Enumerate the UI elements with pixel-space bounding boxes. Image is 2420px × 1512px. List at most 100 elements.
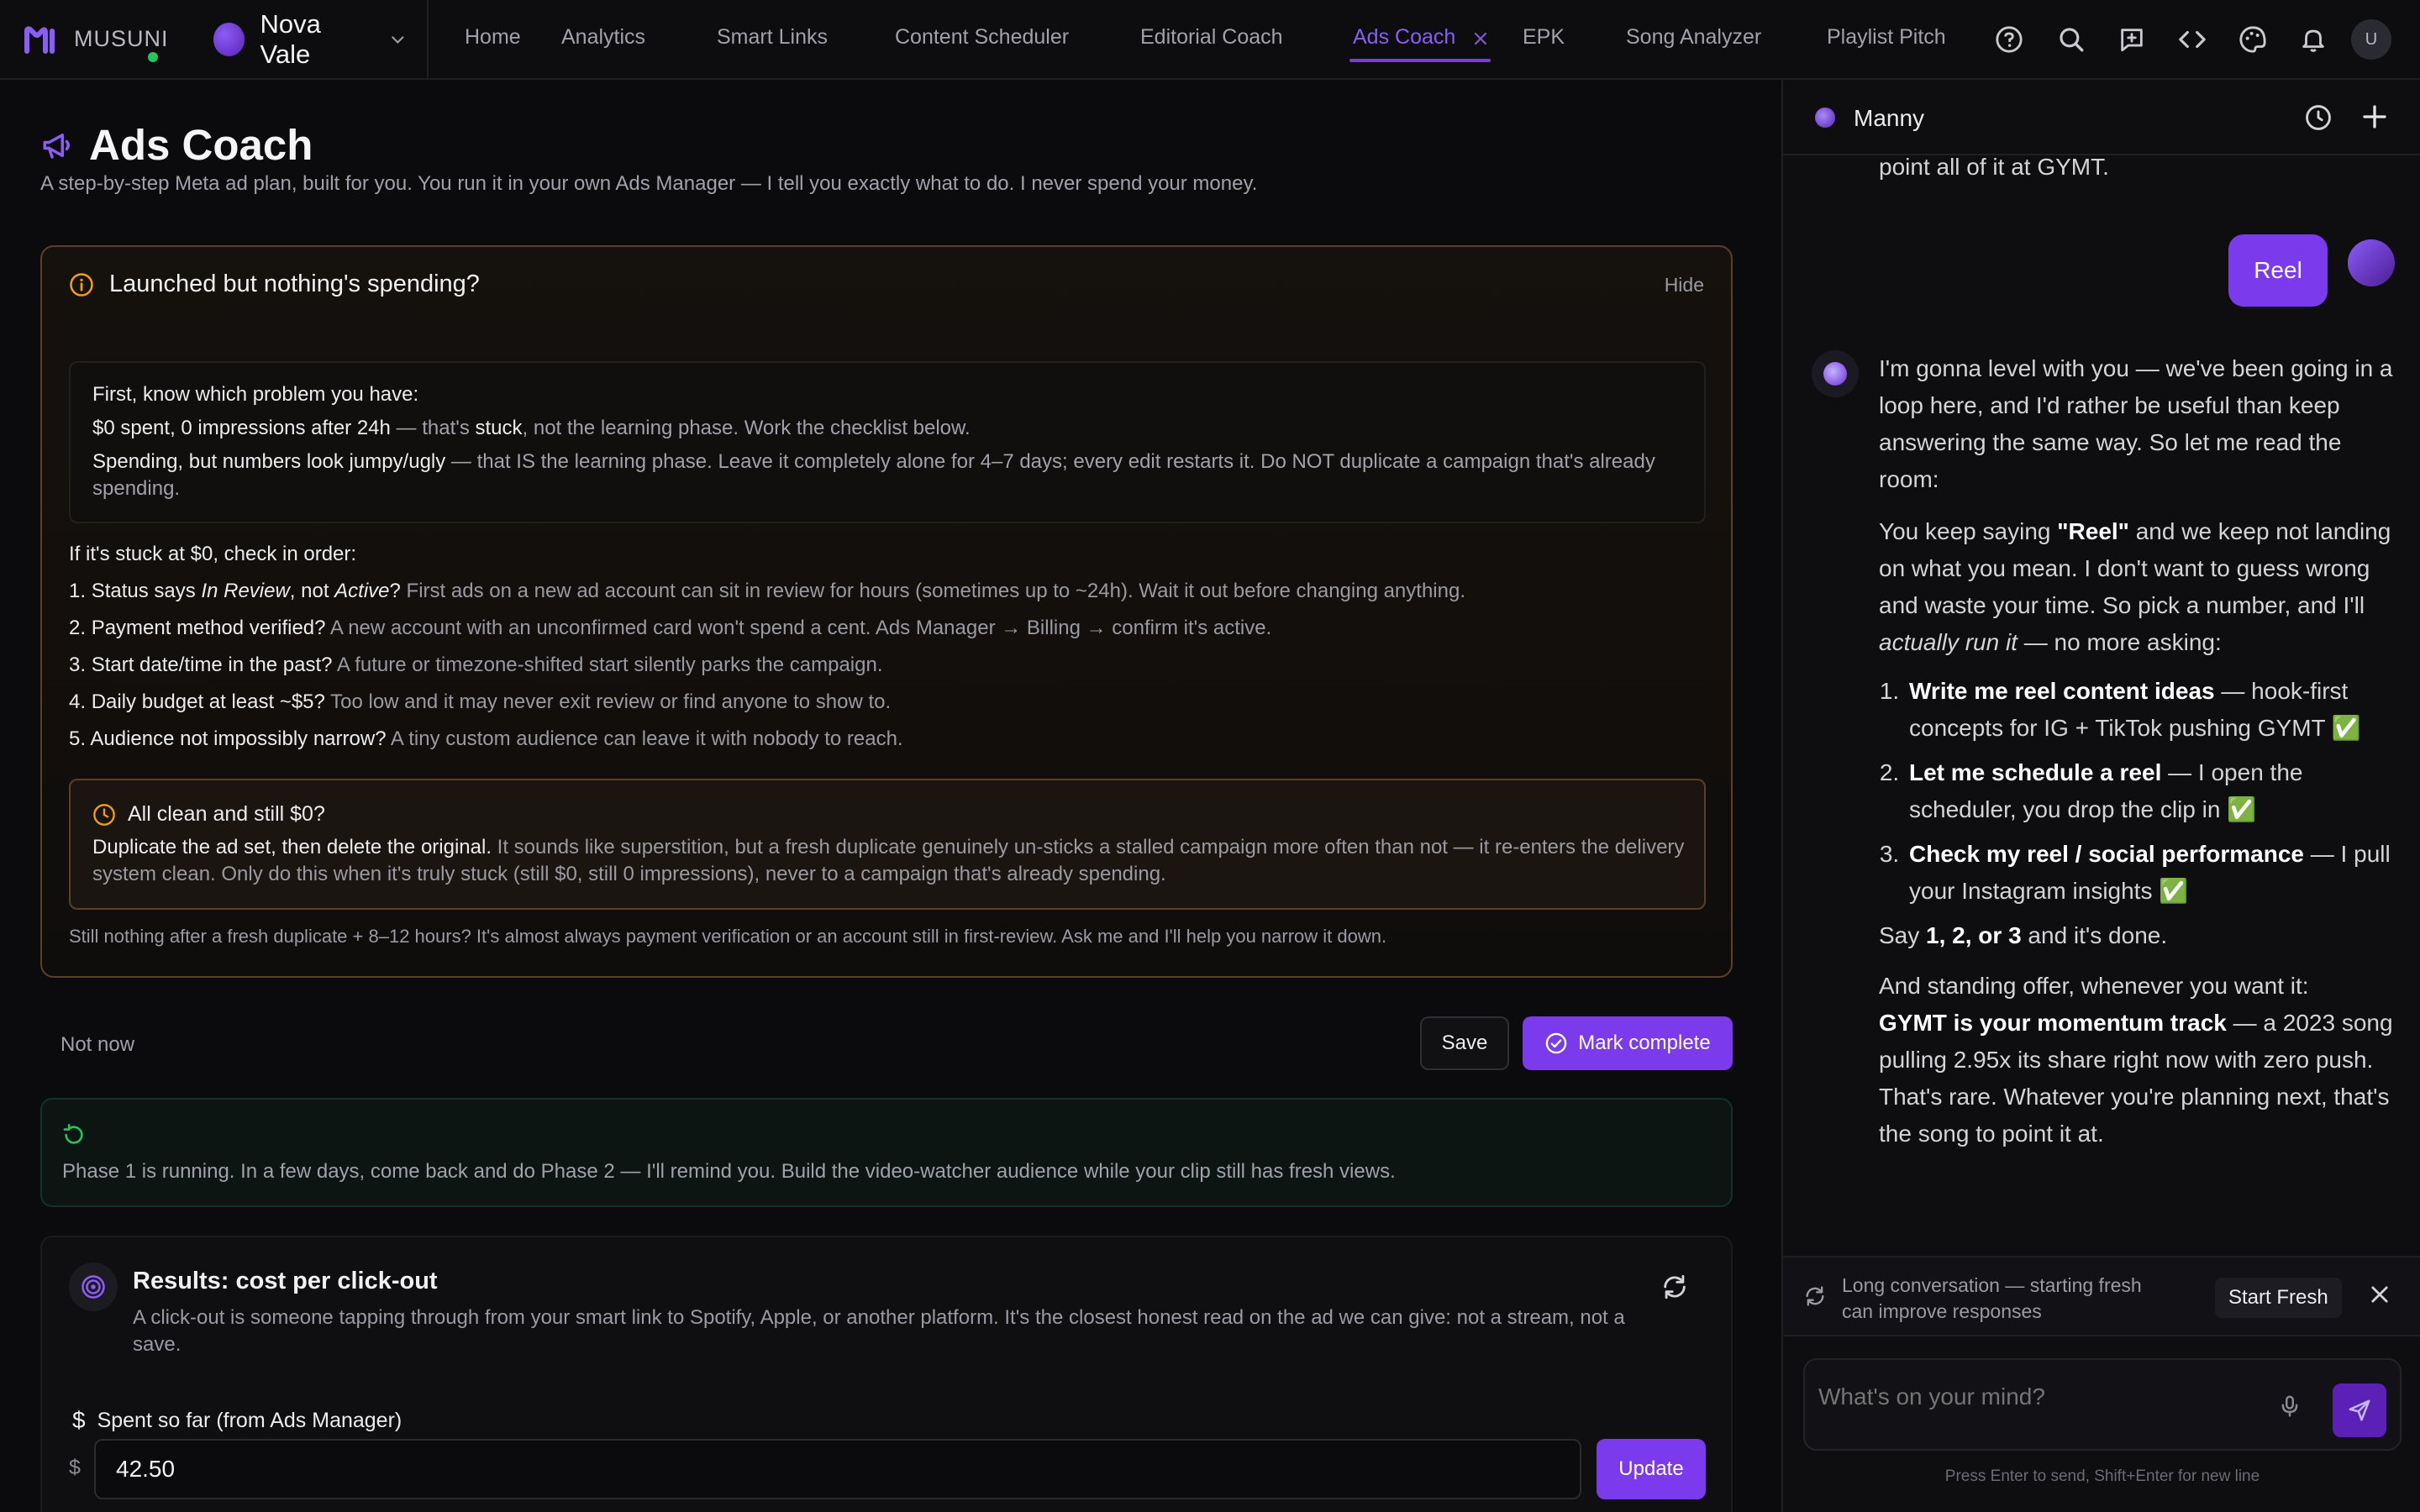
currency-prefix: $	[69, 1456, 81, 1479]
check-circle-icon	[1546, 1032, 1567, 1054]
phase-status-text: Phase 1 is running. In a few days, come …	[62, 1160, 1396, 1183]
new-conversation-plus-icon[interactable]	[2360, 102, 2390, 132]
nav-item-smart-links[interactable]: Smart Links	[717, 25, 828, 50]
nav-item-editorial-coach[interactable]: Editorial Coach	[1140, 25, 1283, 50]
online-status-dot	[148, 52, 158, 62]
start-fresh-button[interactable]: Start Fresh	[2215, 1278, 2342, 1318]
main-content: Ads Coach A step-by-step Meta ad plan, b…	[0, 80, 1781, 1512]
theme-palette-icon[interactable]	[2238, 25, 2267, 54]
refresh-icon[interactable]	[1660, 1273, 1689, 1301]
option-item[interactable]: Check my reel / social performance — I p…	[1906, 836, 2400, 910]
assistant-chat-panel: Manny point all of it at GYMT. Reel I'm …	[1781, 80, 2420, 1512]
troubleshoot-header: Launched but nothing's spending?	[69, 270, 480, 298]
hide-button[interactable]: Hide	[1665, 274, 1704, 297]
dollar-icon: $	[72, 1407, 86, 1433]
info-icon	[70, 272, 93, 297]
option-item[interactable]: Let me schedule a reel — I open the sche…	[1906, 754, 2400, 828]
msg-paragraph: Say 1, 2, or 3 and it's done.	[1879, 922, 2168, 948]
previous-message-tail: point all of it at GYMT.	[1879, 154, 2109, 180]
save-button[interactable]: Save	[1420, 1016, 1509, 1070]
option-list: Write me reel content ideas — hook-first…	[1906, 673, 2400, 910]
active-tab-underline	[1349, 59, 1491, 62]
assistant-avatar	[1812, 350, 1859, 397]
agent-avatar	[1815, 108, 1835, 128]
artist-name: Nova Vale	[260, 8, 321, 69]
all-clean-header: All clean and still $0?	[92, 802, 325, 827]
nav-item-song-analyzer[interactable]: Song Analyzer	[1626, 25, 1761, 50]
update-button[interactable]: Update	[1597, 1439, 1706, 1499]
notice-text: Long conversation — starting fresh can i…	[1842, 1274, 2142, 1322]
nav-item-ads-coach[interactable]: Ads Coach	[1353, 25, 1455, 50]
history-clock-icon[interactable]	[2304, 103, 2333, 132]
nav-item-home[interactable]: Home	[465, 25, 521, 50]
results-card: Results: cost per click-out A click-out …	[40, 1236, 1733, 1512]
msg-paragraph: You keep saying "Reel" and we keep not l…	[1879, 518, 2391, 655]
results-description: A click-out is someone tapping through f…	[133, 1306, 1625, 1356]
msg-paragraph: And standing offer, whenever you want it…	[1879, 973, 2393, 1147]
clock-icon	[93, 803, 115, 826]
page-header: Ads Coach	[40, 120, 313, 170]
notifications-bell-icon[interactable]	[2299, 25, 2328, 54]
code-embed-icon[interactable]	[2178, 25, 2207, 54]
artist-avatar	[213, 22, 245, 56]
problem-stuck-line: $0 spent, 0 impressions after 24h — that…	[92, 417, 971, 439]
megaphone-icon	[43, 133, 70, 159]
results-title: Results: cost per click-out	[133, 1268, 438, 1294]
nav-item-content-scheduler[interactable]: Content Scheduler	[895, 25, 1069, 50]
chevron-down-icon	[392, 35, 404, 44]
spent-amount-input[interactable]	[94, 1439, 1581, 1499]
checklist-item: 2. Payment method verified? A new accoun…	[69, 617, 1272, 639]
close-icon[interactable]	[2368, 1283, 2391, 1306]
send-button[interactable]	[2333, 1383, 2386, 1437]
all-clean-tip-box: All clean and still $0? Duplicate the ad…	[69, 779, 1706, 910]
brand-name: MUSUNI	[74, 26, 169, 51]
chat-header: Manny	[1783, 80, 2420, 155]
troubleshoot-card: Launched but nothing's spending? Hide Fi…	[40, 245, 1733, 978]
brand[interactable]: MUSUNI	[24, 24, 171, 55]
all-clean-title: All clean and still $0?	[128, 802, 325, 826]
user-avatar-button[interactable]: U	[2351, 19, 2391, 60]
page-title: Ads Coach	[89, 121, 313, 169]
checklist-item: 3. Start date/time in the past? A future…	[69, 654, 883, 676]
user-message-bubble: Reel	[2228, 234, 2328, 307]
target-icon	[69, 1263, 118, 1311]
not-now-button[interactable]: Not now	[60, 1033, 134, 1057]
checklist-item: 4. Daily budget at least ~$5? Too low an…	[69, 690, 892, 713]
microphone-icon[interactable]	[2277, 1394, 2302, 1419]
send-icon	[2349, 1399, 2370, 1421]
checklist-item: 5. Audience not impossibly narrow? A tin…	[69, 727, 903, 750]
checklist-item: 1. Status says In Review, not Active? Fi…	[69, 580, 1465, 602]
checklist-heading: If it's stuck at $0, check in order:	[69, 543, 357, 565]
mark-complete-label: Mark complete	[1578, 1032, 1711, 1054]
search-icon[interactable]	[2057, 25, 2086, 54]
top-navigation-bar: MUSUNI Nova Vale Home Analytics Smart Li…	[0, 0, 2420, 80]
restart-icon	[63, 1124, 83, 1144]
agent-name: Manny	[1854, 105, 1925, 131]
nav-item-epk[interactable]: EPK	[1523, 25, 1565, 50]
musuni-logo-icon	[24, 25, 55, 54]
nav-item-playlist-pitch[interactable]: Playlist Pitch	[1827, 25, 1946, 50]
problem-identifier-box: First, know which problem you have: $0 s…	[69, 361, 1706, 523]
refresh-icon	[1806, 1286, 1824, 1306]
close-tab-icon[interactable]	[1472, 30, 1489, 47]
msg-paragraph: I'm gonna level with you — we've been go…	[1879, 355, 2393, 492]
composer-hint: Press Enter to send, Shift+Enter for new…	[1944, 1467, 2260, 1485]
user-avatar	[2348, 239, 2395, 286]
option-item[interactable]: Write me reel content ideas — hook-first…	[1906, 673, 2400, 747]
nav-item-analytics[interactable]: Analytics	[561, 25, 645, 50]
phase-status-card: Phase 1 is running. In a few days, come …	[40, 1098, 1733, 1207]
problem-intro: First, know which problem you have:	[92, 383, 419, 406]
spent-label: $ Spent so far (from Ads Manager)	[72, 1407, 402, 1433]
help-icon[interactable]	[1995, 25, 2023, 54]
troubleshoot-title: Launched but nothing's spending?	[109, 270, 480, 297]
artist-switcher[interactable]: Nova Vale	[213, 9, 407, 70]
chat-messages: point all of it at GYMT. Reel I'm gonna …	[1783, 154, 2420, 1331]
message-input[interactable]	[1818, 1383, 2255, 1410]
nav-divider	[427, 0, 429, 80]
still-nothing-note: Still nothing after a fresh duplicate + …	[69, 926, 1387, 947]
step-actions: Not now Save Mark complete	[40, 1016, 1733, 1072]
problem-learning-line: Spending, but numbers look jumpy/ugly — …	[92, 450, 1655, 500]
mark-complete-button[interactable]: Mark complete	[1523, 1016, 1733, 1070]
long-conversation-notice: Long conversation — starting fresh can i…	[1783, 1256, 2420, 1336]
new-chat-icon[interactable]	[2118, 25, 2146, 54]
